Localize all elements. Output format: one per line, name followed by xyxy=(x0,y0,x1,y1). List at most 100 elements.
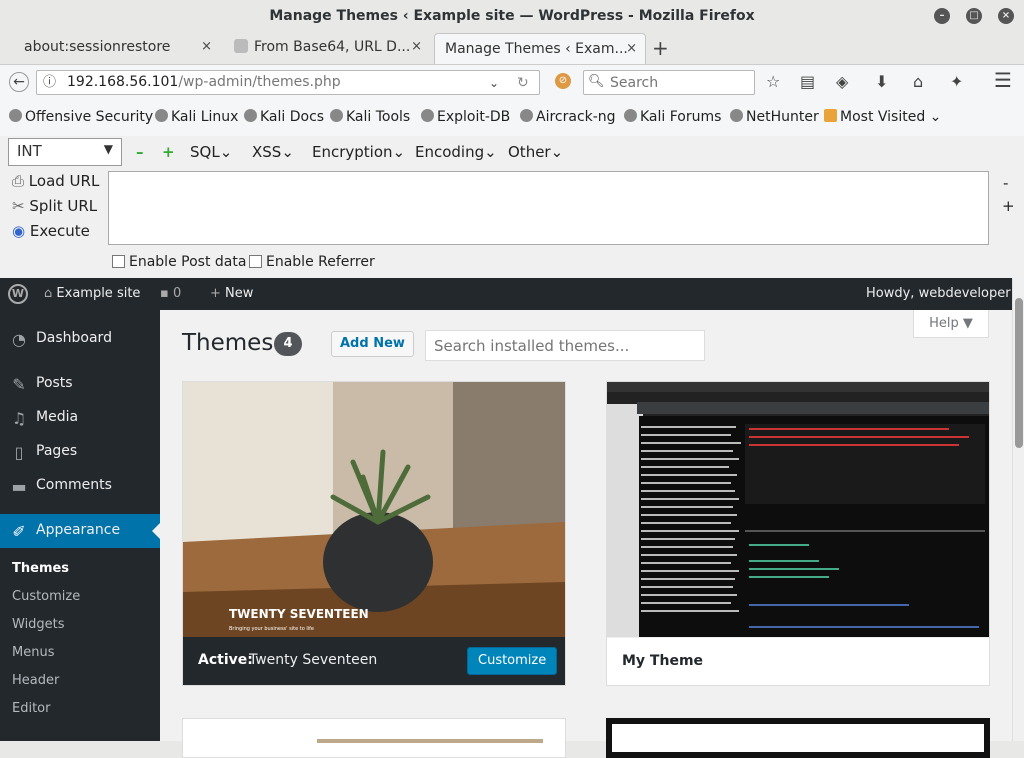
site-link[interactable]: ⌂ Example site xyxy=(44,286,140,301)
plus-icon: + xyxy=(210,286,221,301)
reload-icon[interactable]: ↻ xyxy=(517,73,529,93)
menu-icon[interactable]: ☰ xyxy=(994,70,1012,90)
folder-icon xyxy=(824,109,837,122)
submenu-header[interactable]: Header xyxy=(12,673,59,688)
theme-card-3[interactable] xyxy=(182,718,566,758)
int-select[interactable]: INT ▼ xyxy=(8,138,122,166)
encryption-menu[interactable]: Encryption⌄ xyxy=(312,143,405,161)
theme-name: My Theme xyxy=(622,653,704,669)
bookmarks-toolbar: Offensive Security Kali Linux Kali Docs … xyxy=(0,100,1024,136)
submenu-widgets[interactable]: Widgets xyxy=(12,617,65,632)
tab-close-icon[interactable]: × xyxy=(411,32,422,62)
search-themes-input[interactable] xyxy=(425,330,705,361)
menu-dashboard[interactable]: ◔ Dashboard xyxy=(0,322,160,356)
enable-post-checkbox[interactable]: Enable Post data xyxy=(112,254,246,270)
wordpress-logo-icon[interactable]: W xyxy=(8,284,28,304)
submenu-editor[interactable]: Editor xyxy=(12,701,50,716)
customize-button[interactable]: Customize xyxy=(467,647,558,675)
submenu-themes[interactable]: Themes xyxy=(12,561,69,576)
tab-close-icon[interactable]: × xyxy=(201,32,212,62)
extension-icon[interactable]: ✦ xyxy=(950,72,963,92)
dropdown-icon[interactable]: ⌄ xyxy=(489,73,499,93)
submenu-customize[interactable]: Customize xyxy=(12,589,80,604)
checkbox-icon[interactable] xyxy=(249,255,262,268)
search-bar[interactable]: 🔍︎ xyxy=(583,70,755,95)
theme-tagline: Bringing your business' site to life xyxy=(229,626,314,632)
comments-link[interactable]: ▪ 0 xyxy=(160,286,181,301)
xss-menu[interactable]: XSS⌄ xyxy=(252,143,294,161)
tab-manage-themes[interactable]: Manage Themes ‹ Exam... × xyxy=(434,33,646,64)
tab-base64[interactable]: From Base64, URL D... × xyxy=(224,32,430,62)
window-titlebar: Manage Themes ‹ Example site — WordPress… xyxy=(0,0,1024,32)
bookmark-kali-tools[interactable]: Kali Tools xyxy=(330,109,410,125)
minimize-icon[interactable]: – xyxy=(934,8,950,24)
maximize-icon[interactable]: □ xyxy=(966,8,982,24)
execute-button[interactable]: ◉ Execute xyxy=(12,222,90,240)
download-icon[interactable]: ⬇ xyxy=(875,72,888,92)
theme-preview-strip xyxy=(317,739,543,743)
menu-comments[interactable]: ▬ Comments xyxy=(0,469,160,503)
encoding-menu[interactable]: Encoding⌄ xyxy=(415,143,497,161)
url-bar[interactable]: ⓘ 192.168.56.101/wp-admin/themes.php ⌄ ↻ xyxy=(36,70,540,95)
tab-close-icon[interactable]: × xyxy=(626,34,637,64)
new-tab-button[interactable]: + xyxy=(652,36,669,60)
expand-button[interactable]: + xyxy=(1002,197,1015,215)
active-label: Active: xyxy=(198,652,253,668)
checkbox-icon[interactable] xyxy=(112,255,125,268)
help-tab[interactable]: Help ▼ xyxy=(913,310,989,338)
sql-menu[interactable]: SQL⌄ xyxy=(190,143,232,161)
menu-pages[interactable]: ▯ Pages xyxy=(0,435,160,469)
tab-sessionrestore[interactable]: about:sessionrestore × xyxy=(14,32,220,62)
menu-posts[interactable]: ✎ Posts xyxy=(0,367,160,401)
globe-icon xyxy=(421,109,434,122)
close-window-icon[interactable]: × xyxy=(998,8,1014,24)
menu-media[interactable]: ♫ Media xyxy=(0,401,160,435)
menu-appearance[interactable]: ✐ Appearance xyxy=(0,514,160,548)
reading-list-icon[interactable]: ▤ xyxy=(800,72,815,92)
page-scrollbar[interactable] xyxy=(1012,278,1024,741)
scrollbar-thumb[interactable] xyxy=(1015,298,1023,448)
shrink-button[interactable]: - xyxy=(1003,174,1008,192)
pocket-icon[interactable]: ◈ xyxy=(836,72,848,92)
decrement-button[interactable]: – xyxy=(136,143,144,161)
back-icon[interactable]: ← xyxy=(9,72,29,92)
navigation-toolbar: ← ⓘ 192.168.56.101/wp-admin/themes.php ⌄… xyxy=(0,64,1024,100)
theme-card-4[interactable] xyxy=(606,718,990,758)
theme-card-my-theme[interactable]: My Theme xyxy=(606,381,990,686)
split-icon: ✂ xyxy=(12,197,25,215)
load-url-button[interactable]: ⎙ Load URL xyxy=(12,172,99,190)
bookmark-most-visited[interactable]: Most Visited ⌄ xyxy=(824,109,941,125)
url-textarea[interactable] xyxy=(108,171,989,245)
howdy-user[interactable]: Howdy, webdeveloper xyxy=(866,286,1011,301)
active-theme-name: Twenty Seventeen xyxy=(249,652,378,668)
theme-card-twenty-seventeen[interactable]: TWENTY SEVENTEEN Bringing your business'… xyxy=(182,381,566,686)
home-icon[interactable]: ⌂ xyxy=(913,72,923,92)
info-icon[interactable]: ⓘ xyxy=(43,73,56,93)
theme-screenshot[interactable] xyxy=(607,382,989,637)
current-arrow xyxy=(152,523,160,539)
bookmark-offensive-security[interactable]: Offensive Security xyxy=(9,109,153,125)
enable-referrer-checkbox[interactable]: Enable Referrer xyxy=(249,254,375,270)
add-new-button[interactable]: Add New xyxy=(331,331,414,357)
bookmark-nethunter[interactable]: NetHunter xyxy=(730,109,819,125)
bookmark-kali-forums[interactable]: Kali Forums xyxy=(624,109,721,125)
search-input[interactable] xyxy=(610,73,750,92)
noscript-icon[interactable]: ⊘ xyxy=(555,73,571,89)
other-menu[interactable]: Other⌄ xyxy=(508,143,563,161)
bookmark-kali-linux[interactable]: Kali Linux xyxy=(155,109,238,125)
split-url-button[interactable]: ✂ Split URL xyxy=(12,197,97,215)
hackbar-panel: INT ▼ – + SQL⌄ XSS⌄ Encryption⌄ Encoding⌄… xyxy=(0,136,1024,278)
theme-screenshot[interactable]: TWENTY SEVENTEEN Bringing your business'… xyxy=(183,382,565,637)
new-content-link[interactable]: + New xyxy=(210,286,253,301)
globe-icon xyxy=(155,109,168,122)
bookmark-kali-docs[interactable]: Kali Docs xyxy=(244,109,324,125)
url-text: 192.168.56.101/wp-admin/themes.php xyxy=(67,74,341,90)
pin-icon: ✎ xyxy=(12,375,26,394)
bookmark-aircrack-ng[interactable]: Aircrack-ng xyxy=(520,109,616,125)
submenu-menus[interactable]: Menus xyxy=(12,645,54,660)
bookmark-star-icon[interactable]: ☆ xyxy=(766,72,780,92)
increment-button[interactable]: + xyxy=(162,143,175,161)
terminal-screenshot xyxy=(607,382,989,637)
globe-icon xyxy=(624,109,637,122)
bookmark-exploit-db[interactable]: Exploit-DB xyxy=(421,109,510,125)
